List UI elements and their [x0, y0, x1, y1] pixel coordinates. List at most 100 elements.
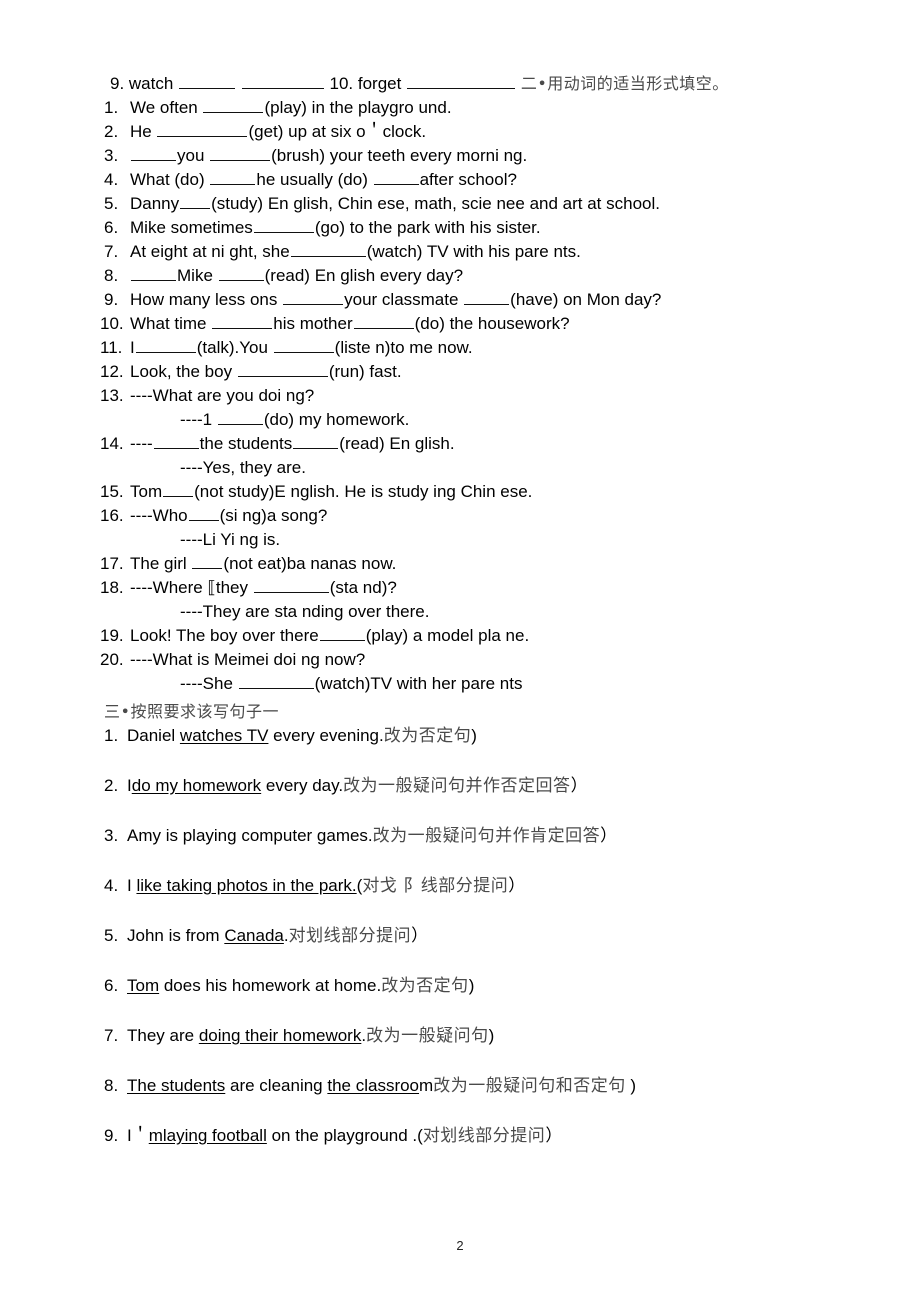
q13-sub-text-0: ----1 — [180, 410, 217, 429]
q11-blank-3[interactable] — [273, 336, 334, 353]
q12-blank-1[interactable] — [237, 360, 328, 377]
question-number: 8. — [104, 1076, 119, 1095]
r9-tail: ） — [545, 1126, 563, 1145]
r3-before: Amy is playing computer games. — [127, 826, 373, 845]
r1-instruction: 改为否定句 — [383, 726, 472, 746]
q1-text-0: We often — [130, 98, 203, 117]
section-three-heading: 三•按照要求该写句子一 — [104, 702, 279, 721]
verb-question-item: 3. you (brush) your teeth every morni ng… — [0, 144, 920, 168]
q9-blank-1[interactable] — [283, 288, 344, 305]
header-blank-a — [179, 72, 236, 89]
question-number: 6. — [104, 976, 119, 995]
r6-underlined: Tom — [127, 976, 160, 995]
q19-text-2: (play) a model pla ne. — [365, 626, 530, 645]
q5-text-2: (study) En glish, Chin ese, math, scie n… — [211, 194, 660, 213]
r4-tail: ） — [508, 876, 526, 895]
verb-question-answer-line: ----They are sta nding over there. — [0, 600, 920, 624]
q2-text-2: (get) up at six o＇clock. — [248, 122, 427, 141]
r1-underlined: watches TV — [179, 726, 269, 745]
r2-instruction: 改为一般疑问句并作否定回答 — [343, 776, 571, 796]
question-number: 13. — [100, 386, 124, 405]
verb-question-item: 15. Tom (not study)E nglish. He is study i… — [0, 480, 920, 504]
question-number: 7. — [104, 1026, 119, 1045]
q1-blank-1[interactable] — [203, 96, 264, 113]
section-verb-forms: 9. watch 10. forget 二•用动词的适当形式填空。 1. We o… — [0, 72, 920, 696]
q18-text-2: they — [215, 578, 253, 597]
question-number: 19. — [100, 626, 124, 645]
q6-blank-1[interactable] — [253, 216, 314, 233]
q3-blank-3[interactable] — [210, 144, 271, 161]
question-number: 14. — [100, 434, 124, 453]
question-number: 5. — [104, 194, 119, 213]
q8-blank-3[interactable] — [218, 264, 264, 281]
r1-tail: ) — [471, 726, 477, 745]
verb-question-item: 16. ----Who (si ng)a song? — [0, 504, 920, 528]
q16-blank-1[interactable] — [188, 504, 219, 521]
r5-instruction: 对划线部分提问 — [288, 926, 412, 946]
q15-blank-1[interactable] — [163, 480, 194, 497]
rewrite-question-item: 9. I＇mlaying football on the playground .… — [0, 1124, 920, 1174]
question-number: 15. — [100, 482, 124, 501]
q7-blank-1[interactable] — [290, 240, 366, 257]
q4-text-0: What (do) — [130, 170, 210, 189]
q5-blank-1[interactable] — [180, 192, 211, 209]
q17-text-0: The girl — [130, 554, 192, 573]
r6-instruction: 改为否定句 — [381, 976, 469, 996]
q6-text-0: Mike sometimes — [130, 218, 253, 237]
q11-blank-1[interactable] — [135, 336, 196, 353]
q14-blank-3[interactable] — [293, 432, 339, 449]
r8-underlined: The students — [127, 1076, 226, 1095]
rewrite-question-list: 1. Daniel watches TV every evening.改为否定句)… — [0, 724, 920, 1174]
rewrite-question-item: 8. The students are cleaning the classroo… — [0, 1074, 920, 1124]
verb-question-item: 12. Look, the boy (run) fast. — [0, 360, 920, 384]
r5-underlined: Canada — [224, 926, 284, 945]
q10-blank-1[interactable] — [212, 312, 273, 329]
question-number: 11. — [100, 338, 123, 357]
q18-blank-3[interactable] — [253, 576, 329, 593]
verb-question-answer-line: ----Yes, they are. — [0, 456, 920, 480]
verb-question-item: 11. I (talk).You (liste n)to me now. — [0, 336, 920, 360]
q8-blank-1[interactable] — [131, 264, 176, 281]
r7-tail: ) — [488, 1026, 495, 1045]
verb-question-item: 4. What (do) he usually (do) after school… — [0, 168, 920, 192]
verb-question-item: 10. What time his mother (do) the housewor… — [0, 312, 920, 336]
q19-blank-1[interactable] — [319, 624, 365, 641]
r9-instruction: 对划线部分提问 — [422, 1126, 546, 1146]
r8-underlined2: the classroo — [327, 1076, 420, 1095]
q7-text-2: (watch) TV with his pare nts. — [366, 242, 581, 261]
rewrite-question-item: 7. They are doing their homework.改为一般疑问句) — [0, 1024, 920, 1074]
section-rewrite-sentences: 三•按照要求该写句子一 1. Daniel watches TV every ev… — [0, 700, 920, 1174]
q16-text-0: ----Who — [130, 506, 188, 525]
question-number: 3. — [104, 826, 119, 845]
q9-blank-3[interactable] — [464, 288, 510, 305]
q10-blank-3[interactable] — [353, 312, 414, 329]
q14-blank-1[interactable] — [153, 432, 199, 449]
q4-blank-1[interactable] — [210, 168, 256, 185]
q10-text-2: his mother — [273, 314, 353, 333]
q8-text-4: (read) En glish every day? — [264, 266, 464, 285]
verb-question-item: 2. He (get) up at six o＇clock. — [0, 120, 920, 144]
q3-blank-1[interactable] — [131, 144, 176, 161]
q18-text-0: ----Where — [130, 578, 208, 597]
r7-instruction: 改为一般疑问句 — [366, 1026, 489, 1046]
question-number: 4. — [104, 170, 119, 189]
verb-question-item: 5. Danny (study) En glish, Chin ese, math,… — [0, 192, 920, 216]
q2-blank-1[interactable] — [157, 120, 248, 137]
r9-underlined: mlaying football — [148, 1126, 267, 1145]
q16-sub-text-0: ----Li Yi ng is. — [180, 530, 281, 549]
r3-tail: ） — [600, 826, 618, 845]
question-number: 17. — [100, 554, 124, 573]
q4-blank-3[interactable] — [373, 168, 419, 185]
question-number: 6. — [104, 218, 119, 237]
r9-after: on the playground .( — [266, 1126, 423, 1145]
r2-underlined: do my homework — [131, 776, 262, 795]
q18-text-4: (sta nd)? — [329, 578, 397, 597]
r7-before: They are — [127, 1026, 199, 1045]
q13-sub-blank-1[interactable] — [217, 408, 263, 425]
question-number: 8. — [104, 266, 119, 285]
question-number: 16. — [100, 506, 124, 525]
verb-question-answer-line: ----She (watch)TV with her pare nts — [0, 672, 920, 696]
q17-blank-1[interactable] — [192, 552, 223, 569]
r6-tail: ) — [468, 976, 475, 995]
q20-sub-blank-1[interactable] — [238, 672, 314, 689]
